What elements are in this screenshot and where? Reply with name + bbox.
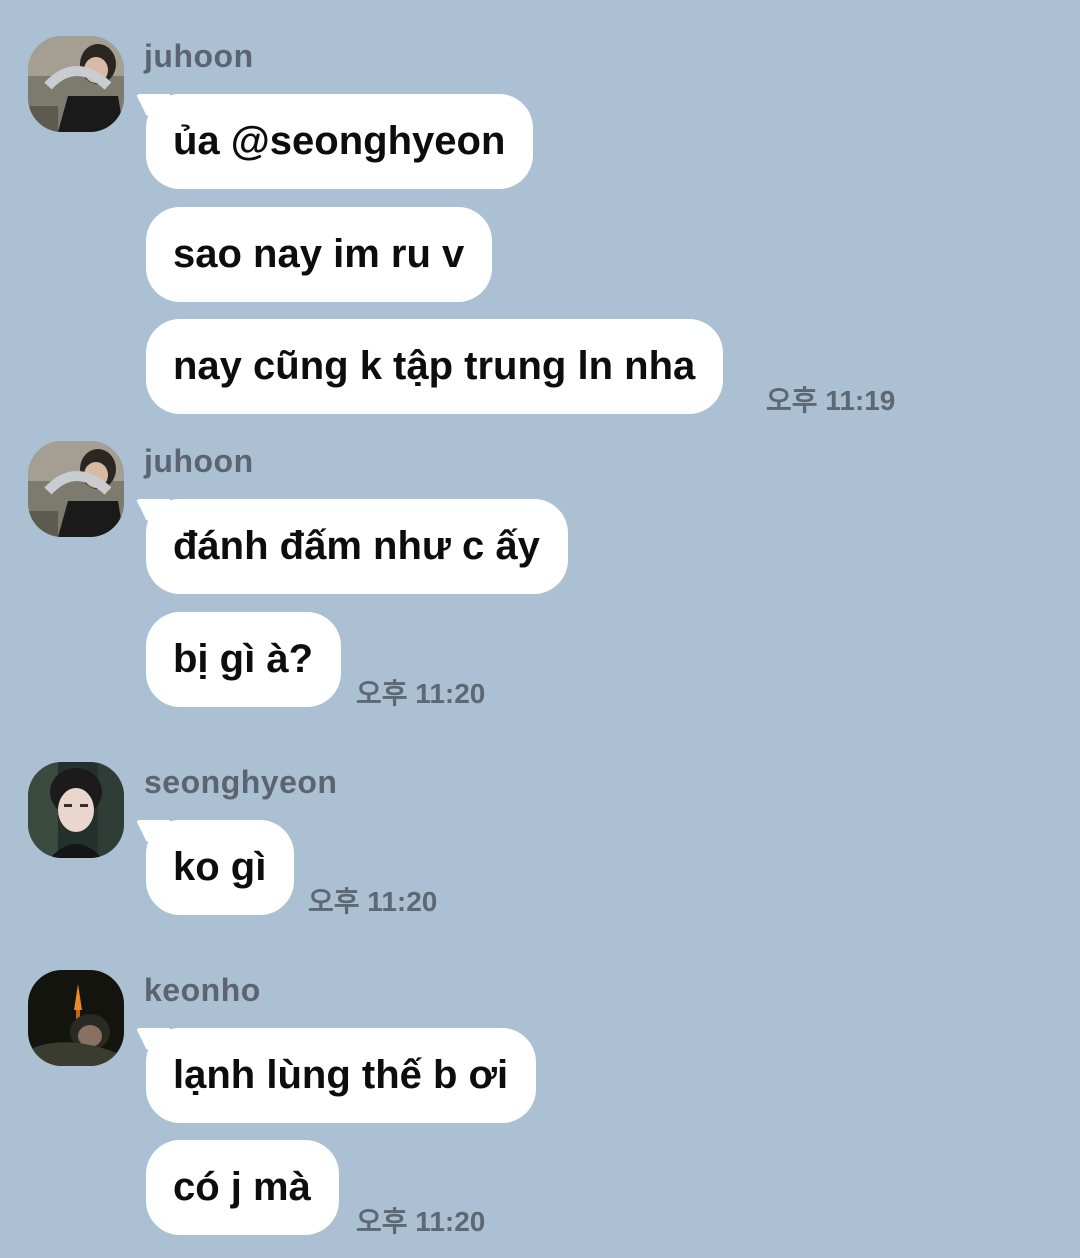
avatar[interactable] bbox=[28, 762, 124, 858]
avatar[interactable] bbox=[28, 36, 124, 132]
message-bubble[interactable]: ủa @seonghyeon bbox=[146, 94, 534, 189]
sender-name: juhoon bbox=[144, 443, 254, 479]
juhoon-avatar-photo bbox=[28, 441, 124, 537]
chat-room: juhoon ủa @seonghyeon sao nay im ru v na… bbox=[0, 0, 1080, 1258]
juhoon-avatar-photo bbox=[28, 36, 124, 132]
message-bubble[interactable]: bị gì à? bbox=[146, 612, 341, 707]
sender-name: seonghyeon bbox=[144, 764, 338, 800]
avatar[interactable] bbox=[28, 970, 124, 1066]
sender-name: juhoon bbox=[144, 38, 254, 74]
message-time: 오후 11:20 bbox=[356, 678, 486, 709]
message-bubble[interactable]: ko gì bbox=[146, 820, 295, 915]
message-bubble[interactable]: sao nay im ru v bbox=[146, 207, 493, 302]
message-time: 오후 11:20 bbox=[308, 886, 438, 917]
message-time: 오후 11:20 bbox=[356, 1206, 486, 1237]
message-bubble[interactable]: đánh đấm như c ấy bbox=[146, 499, 568, 594]
message-bubble[interactable]: có j mà bbox=[146, 1140, 339, 1235]
message-time: 오후 11:19 bbox=[766, 385, 896, 416]
message-bubble[interactable]: nay cũng k tập trung ln nha bbox=[146, 319, 724, 414]
message-bubble[interactable]: lạnh lùng thế b ơi bbox=[146, 1028, 537, 1123]
avatar[interactable] bbox=[28, 441, 124, 537]
seonghyeon-avatar-photo bbox=[28, 762, 124, 858]
keonho-avatar-photo bbox=[28, 970, 124, 1066]
sender-name: keonho bbox=[144, 972, 261, 1008]
